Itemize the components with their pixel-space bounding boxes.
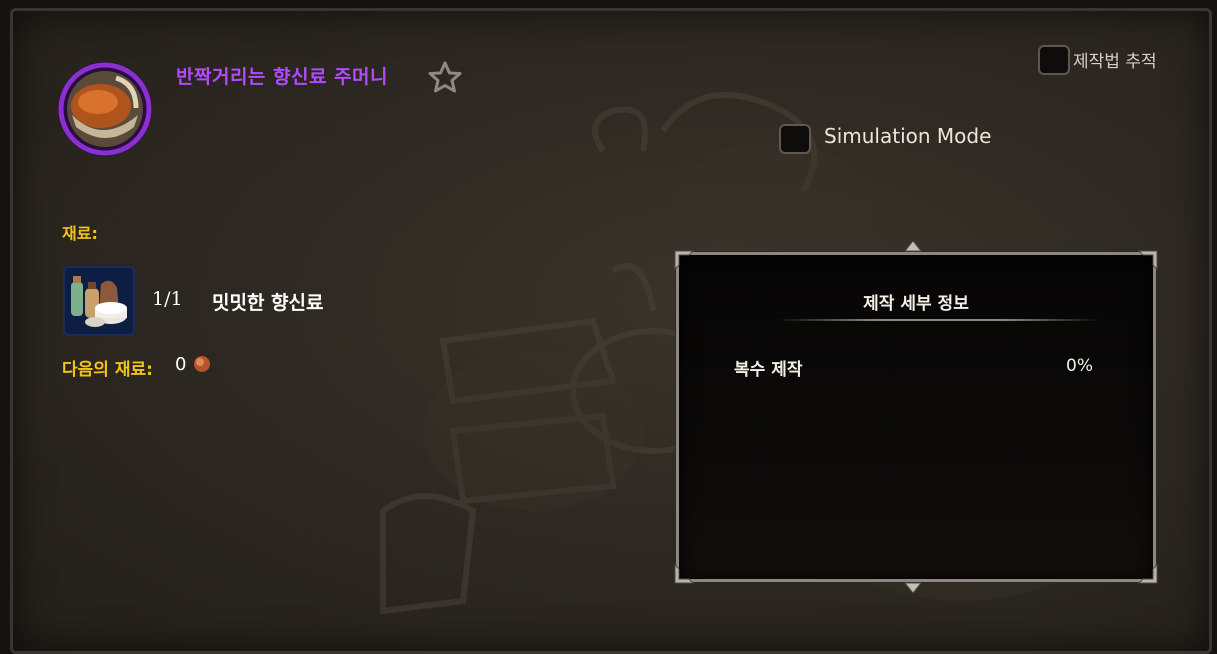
- panel-corner-ornament: [1137, 250, 1158, 271]
- details-divider: [777, 319, 1101, 321]
- reagent-count: 1/1: [152, 288, 183, 310]
- spice-jars-icon: [65, 268, 133, 334]
- recipe-name: 반짝거리는 향신료 주머니: [176, 66, 389, 88]
- copper-coin-icon: [194, 356, 210, 372]
- track-recipe-label[interactable]: 제작법 추적: [1073, 47, 1157, 72]
- panel-bottom-ornament: [903, 582, 923, 593]
- track-recipe-checkbox[interactable]: [1038, 45, 1070, 75]
- simulation-mode-label[interactable]: Simulation Mode: [824, 124, 991, 148]
- details-title: 제작 세부 정보: [863, 294, 969, 314]
- panel-corner-ornament: [674, 563, 695, 584]
- star-outline-icon[interactable]: [427, 60, 463, 94]
- finishing-reagents-value: 0: [175, 354, 187, 375]
- reagent-name: 밋밋한 향신료: [212, 292, 324, 314]
- spice-bowl-icon: [58, 62, 152, 156]
- reagent-slot[interactable]: [63, 266, 135, 336]
- panel-corner-ornament: [1137, 563, 1158, 584]
- multicraft-label: 복수 제작: [734, 360, 803, 380]
- finishing-reagents-label: 다음의 재료:: [62, 360, 153, 380]
- crafting-details-panel: 제작 세부 정보 복수 제작 0%: [674, 241, 1158, 593]
- multicraft-value: 0%: [1066, 356, 1093, 376]
- simulation-mode-checkbox[interactable]: [779, 124, 811, 154]
- panel-corner-ornament: [674, 250, 695, 271]
- panel-top-ornament: [903, 241, 923, 252]
- reagents-heading: 재료:: [62, 224, 98, 243]
